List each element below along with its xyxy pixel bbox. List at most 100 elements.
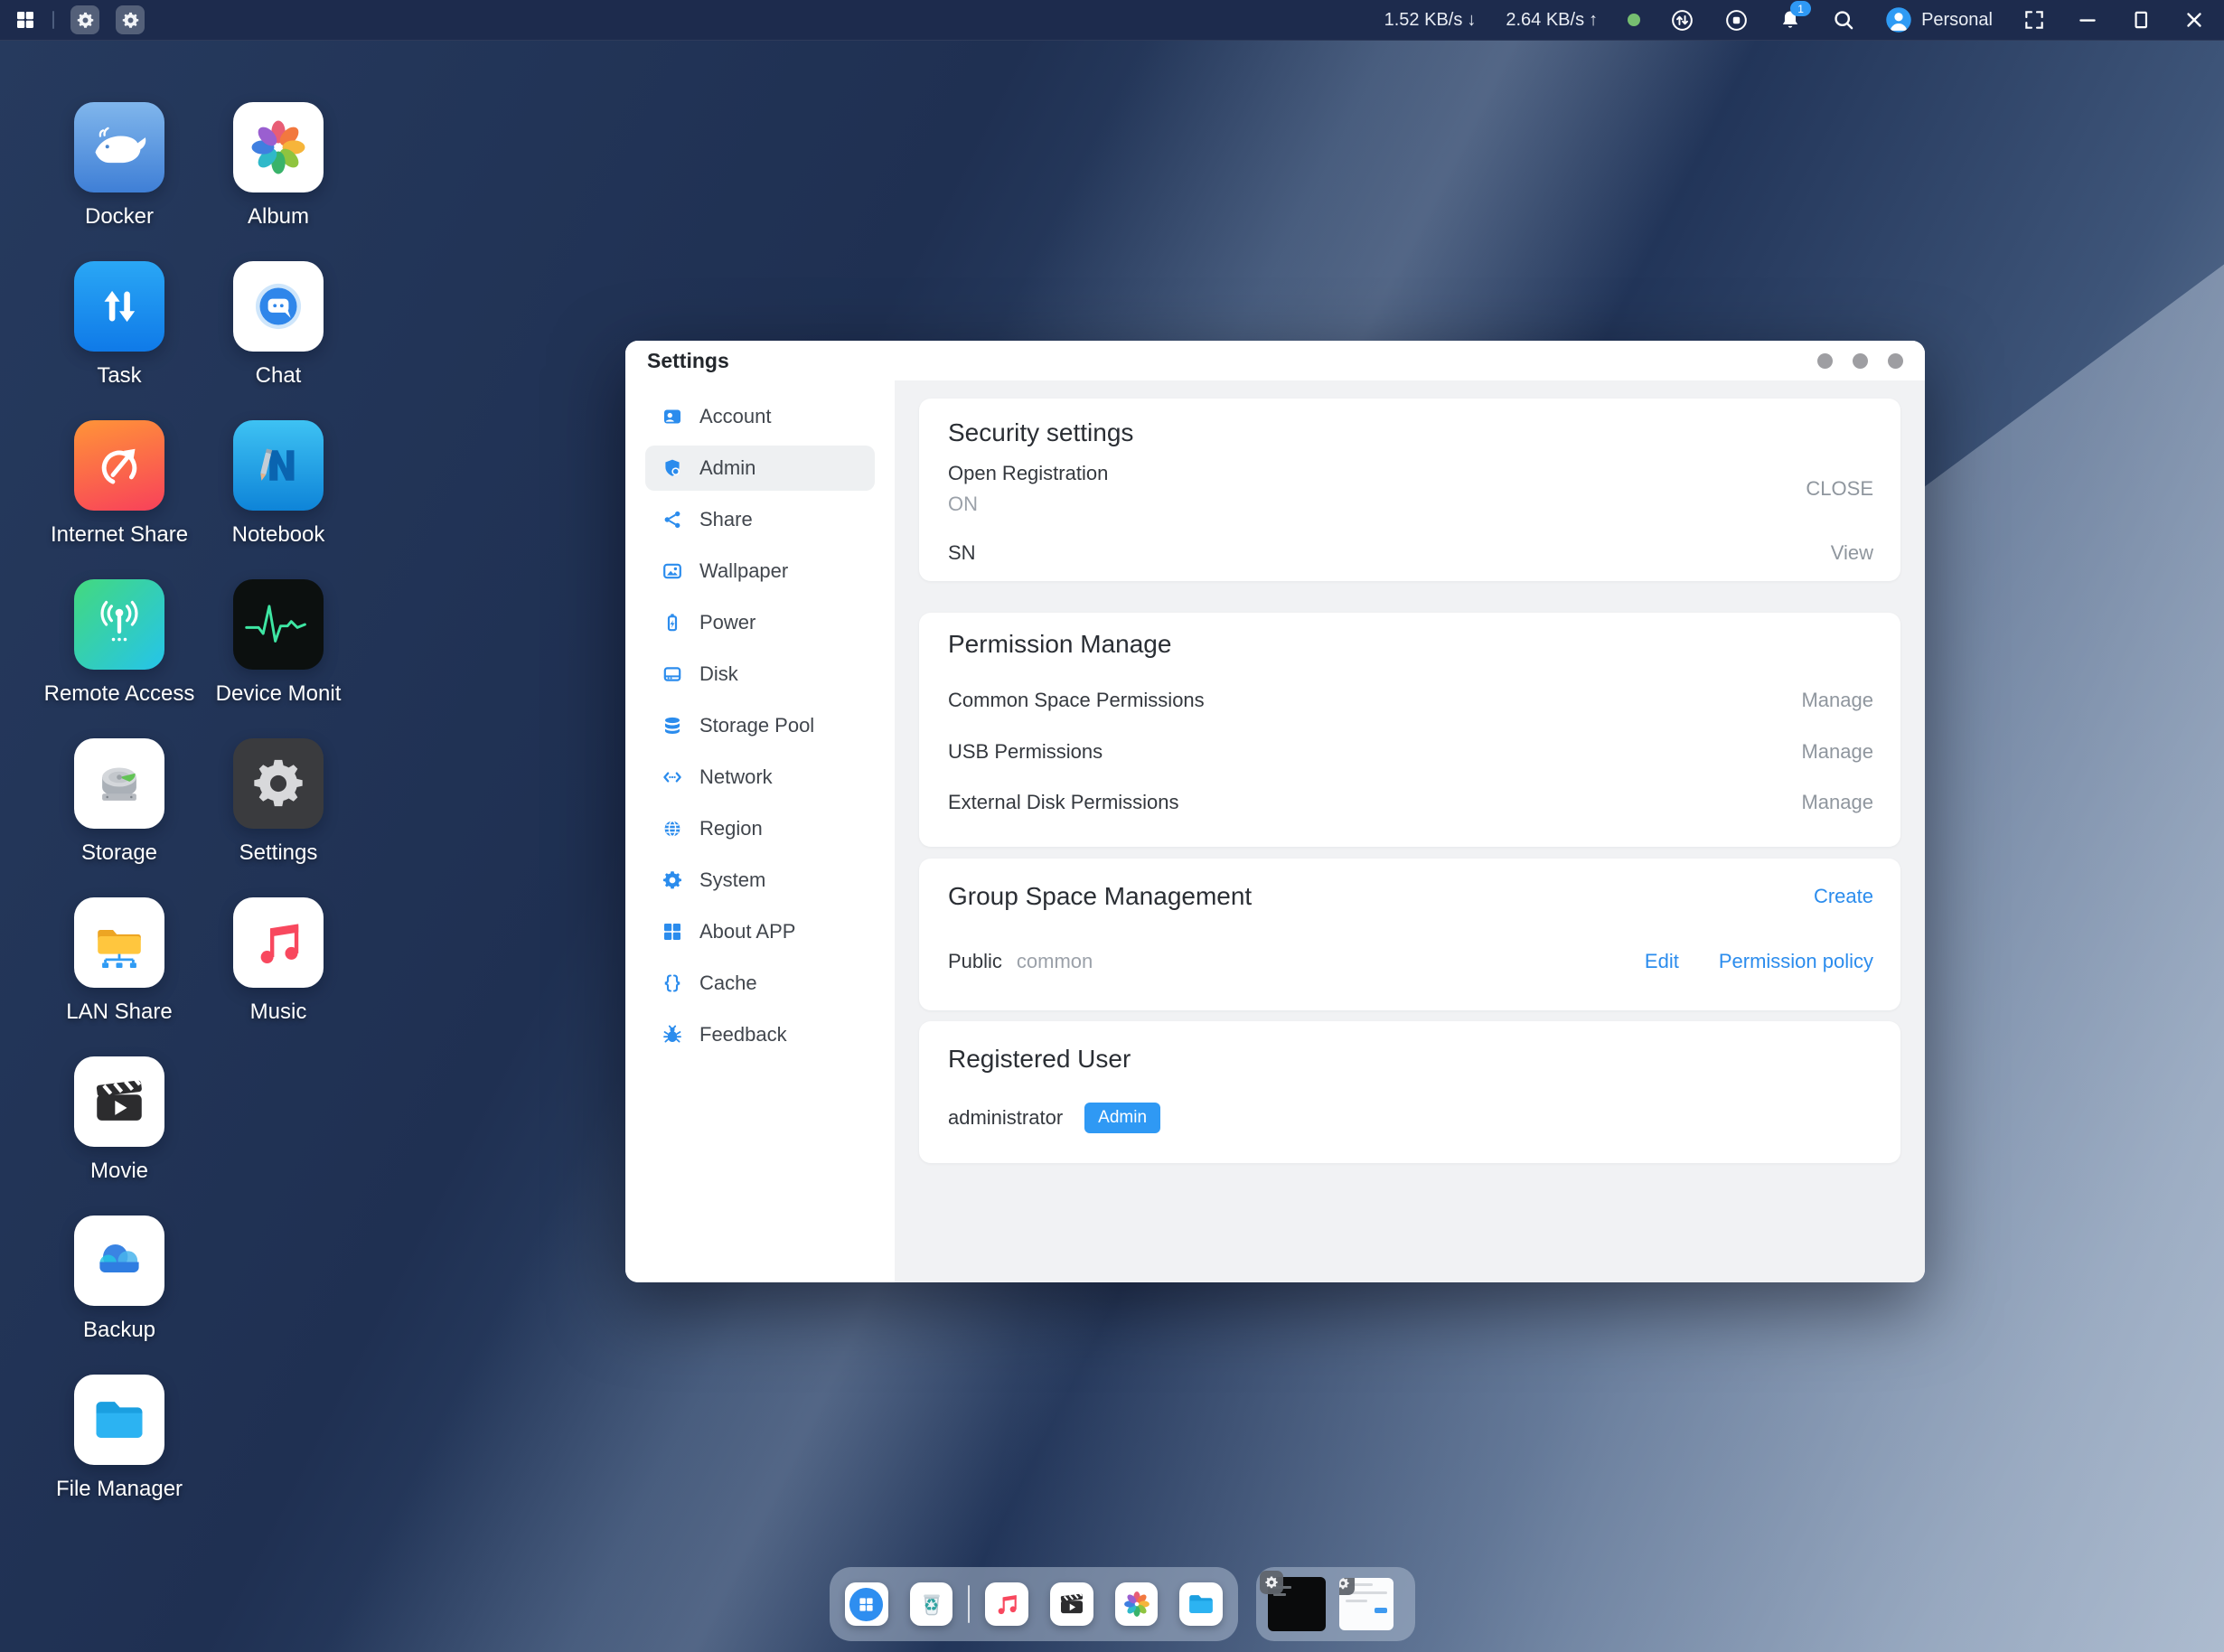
window-thumbnail-settings[interactable] — [1339, 1578, 1394, 1630]
about-app-grid-icon — [662, 921, 683, 943]
status-dot — [1628, 14, 1640, 26]
sidebar-item-label: Region — [699, 817, 763, 840]
manage-action[interactable]: Manage — [1801, 740, 1873, 764]
notification-bell-icon[interactable]: 1 — [1778, 8, 1802, 32]
desktop-icon-label: Device Monit — [216, 681, 342, 707]
window-titlebar: Settings — [625, 341, 1925, 380]
sidebar-item-region[interactable]: Region — [645, 806, 875, 851]
desktop-icon-music[interactable]: Music — [199, 897, 358, 1025]
administrator-row: administrator Admin — [948, 1103, 1873, 1133]
sidebar-item-feedback[interactable]: Feedback — [645, 1012, 875, 1057]
desktop-icon-lan-share[interactable]: LAN Share — [40, 897, 199, 1025]
transfer-icon[interactable] — [1670, 8, 1694, 33]
dock-album-icon[interactable] — [1115, 1582, 1159, 1626]
user-menu[interactable]: Personal — [1885, 6, 1993, 33]
desktop-icon-file-manager[interactable]: File Manager — [40, 1375, 199, 1502]
topbar-left — [0, 5, 145, 34]
edit-link[interactable]: Edit — [1645, 950, 1679, 973]
sidebar-item-wallpaper[interactable]: Wallpaper — [645, 549, 875, 594]
maximize-button[interactable] — [2129, 8, 2153, 32]
minimize-button[interactable] — [2076, 8, 2099, 32]
app-launcher-grid-icon[interactable] — [14, 9, 36, 31]
desktop-icon-device-monit[interactable]: Device Monit — [199, 579, 358, 707]
card-title: Permission Manage — [948, 630, 1171, 659]
sidebar-item-admin[interactable]: Admin — [645, 446, 875, 491]
sidebar-item-about-app[interactable]: About APP — [645, 909, 875, 954]
desktop-icon-backup[interactable]: Backup — [40, 1216, 199, 1343]
group-name: Public — [948, 950, 1002, 973]
sidebar-item-disk[interactable]: Disk — [645, 652, 875, 697]
public-group-row: Public common Edit Permission policy — [948, 950, 1873, 973]
manage-action[interactable]: Manage — [1801, 689, 1873, 712]
sidebar-item-share[interactable]: Share — [645, 497, 875, 542]
desktop-icon-settings[interactable]: Settings — [199, 738, 358, 866]
sidebar-item-storage-pool[interactable]: Storage Pool — [645, 703, 875, 748]
music-note-icon — [993, 1591, 1020, 1618]
view-action[interactable]: View — [1831, 541, 1873, 565]
chat-app-icon — [233, 261, 324, 352]
window-title: Settings — [647, 349, 729, 373]
file-manager-app-icon — [74, 1375, 164, 1465]
desktop-icon-notebook[interactable]: Notebook — [199, 420, 358, 548]
desktop-icon-album[interactable]: Album — [199, 102, 358, 230]
dock-launcher-icon[interactable] — [845, 1582, 888, 1626]
window-control-dot-3[interactable] — [1888, 353, 1903, 369]
dock-music-icon[interactable] — [985, 1582, 1028, 1626]
user-name: Personal — [1921, 10, 1993, 31]
desktop-icon-label: Movie — [90, 1159, 148, 1184]
create-link[interactable]: Create — [1814, 885, 1873, 908]
sidebar-item-power[interactable]: Power — [645, 600, 875, 645]
card-title: Group Space Management — [948, 882, 1252, 911]
gear-badge-icon — [1339, 1578, 1355, 1595]
remote-access-app-icon — [74, 579, 164, 670]
sidebar-item-label: Account — [699, 405, 772, 428]
desktop-icon-storage[interactable]: Storage — [40, 738, 199, 866]
backup-sync-icon[interactable] — [1724, 8, 1749, 33]
window-control-dot-2[interactable] — [1853, 353, 1868, 369]
row-label: Open Registration — [948, 462, 1108, 485]
permission-policy-link[interactable]: Permission policy — [1719, 950, 1873, 973]
desktop-icon-task[interactable]: Task — [40, 261, 199, 389]
sidebar-item-account[interactable]: Account — [645, 394, 875, 439]
feedback-bug-icon — [662, 1024, 683, 1046]
pinned-settings-window-2[interactable] — [116, 5, 145, 34]
search-icon[interactable] — [1832, 8, 1855, 32]
common-space-permissions-row: Common Space Permissions Manage — [948, 689, 1873, 712]
arrow-down-icon: ↓ — [1467, 10, 1476, 31]
row-label: USB Permissions — [948, 740, 1103, 764]
sidebar-item-label: Wallpaper — [699, 559, 788, 583]
arrow-up-icon: ↑ — [1589, 10, 1598, 31]
dock-trash-icon[interactable]: ♻ — [910, 1582, 953, 1626]
desktop-icon-remote-access[interactable]: Remote Access — [40, 579, 199, 707]
desktop-icon-chat[interactable]: Chat — [199, 261, 358, 389]
movie-app-icon — [74, 1056, 164, 1147]
sidebar-item-system[interactable]: System — [645, 858, 875, 903]
desktop-icon-internet-share[interactable]: Internet Share — [40, 420, 199, 548]
sidebar-item-cache[interactable]: Cache — [645, 961, 875, 1006]
chat-bubble-icon — [244, 272, 313, 341]
folder-icon — [1186, 1589, 1216, 1619]
pinned-settings-window-1[interactable] — [70, 5, 99, 34]
antenna-icon — [87, 592, 152, 657]
window-control-dot-1[interactable] — [1817, 353, 1833, 369]
window-thumbnail-terminal[interactable] — [1268, 1577, 1326, 1631]
dock-movie-icon[interactable] — [1050, 1582, 1093, 1626]
group-type: common — [1017, 950, 1093, 973]
sidebar-item-label: Cache — [699, 971, 757, 995]
gear-icon — [121, 11, 140, 30]
internet-share-app-icon — [74, 420, 164, 511]
backup-app-icon — [74, 1216, 164, 1306]
share-arrow-icon — [88, 434, 151, 497]
dock-files-icon[interactable] — [1179, 1582, 1223, 1626]
close-action[interactable]: CLOSE — [1806, 477, 1873, 501]
topbar: 1.52 KB/s↓ 2.64 KB/s↑ 1 Personal — [0, 0, 2224, 41]
row-label: Common Space Permissions — [948, 689, 1205, 712]
fullscreen-icon[interactable] — [2022, 8, 2046, 32]
sidebar-item-network[interactable]: Network — [645, 755, 875, 800]
desktop-icon-movie[interactable]: Movie — [40, 1056, 199, 1184]
manage-action[interactable]: Manage — [1801, 791, 1873, 814]
desktop-icon-label: Chat — [256, 363, 302, 389]
desktop-icon-docker[interactable]: Docker — [40, 102, 199, 230]
close-button[interactable] — [2182, 8, 2206, 32]
sn-row: SN View — [948, 541, 1873, 565]
